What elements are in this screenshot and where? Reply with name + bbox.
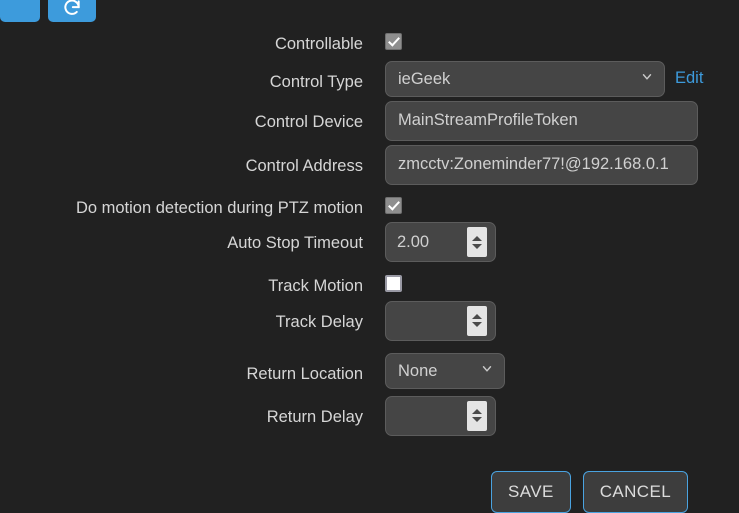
row-do-motion-detection: Do motion detection during PTZ motion — [0, 196, 739, 217]
spinner-arrows-icon[interactable] — [467, 227, 487, 257]
row-auto-stop-timeout: Auto Stop Timeout — [0, 222, 739, 262]
spinner-arrows-icon[interactable] — [467, 305, 487, 336]
control-type-select[interactable]: ieGeek — [385, 60, 665, 97]
row-track-delay: Track Delay — [0, 300, 739, 341]
row-return-delay: Return Delay — [0, 395, 739, 436]
label-auto-stop-timeout: Auto Stop Timeout — [227, 234, 363, 252]
label-do-motion-detection: Do motion detection during PTZ motion — [75, 198, 363, 217]
top-toolbar — [0, 0, 96, 22]
control-device-input[interactable] — [385, 100, 698, 141]
track-delay-input[interactable] — [386, 301, 458, 340]
form-actions: SAVE CANCEL — [0, 470, 739, 513]
row-track-motion: Track Motion — [0, 275, 739, 295]
save-button[interactable]: SAVE — [491, 470, 571, 513]
toolbar-button-refresh[interactable] — [48, 0, 96, 22]
spinner-arrows-icon[interactable] — [467, 400, 487, 431]
track-delay-stepper[interactable] — [385, 300, 496, 341]
auto-stop-timeout-stepper[interactable] — [385, 222, 496, 262]
track-motion-checkbox[interactable] — [385, 275, 402, 292]
row-control-address: Control Address — [0, 144, 739, 185]
row-controllable: Controllable — [0, 33, 739, 53]
return-location-select[interactable]: None — [385, 352, 505, 389]
refresh-icon — [62, 0, 82, 18]
label-controllable: Controllable — [274, 35, 363, 53]
row-control-type: Control Type ieGeek Edit — [0, 60, 739, 97]
return-delay-input[interactable] — [386, 396, 458, 435]
label-track-delay: Track Delay — [275, 312, 363, 331]
do-motion-detection-checkbox[interactable] — [385, 196, 402, 214]
control-type-select-wrapper: ieGeek — [385, 60, 665, 97]
label-return-delay: Return Delay — [266, 407, 363, 426]
label-return-location: Return Location — [246, 364, 364, 383]
controllable-checkbox[interactable] — [385, 33, 402, 50]
control-type-edit-link[interactable]: Edit — [675, 69, 703, 88]
row-return-location: Return Location None — [0, 352, 739, 389]
row-control-device: Control Device — [0, 100, 739, 141]
label-control-device: Control Device — [254, 112, 363, 131]
cancel-button[interactable]: CANCEL — [582, 470, 689, 513]
return-location-select-wrapper: None — [385, 352, 505, 389]
return-delay-stepper[interactable] — [385, 395, 496, 436]
label-control-address: Control Address — [245, 156, 363, 175]
ptz-control-form: Controllable Control Type ieGeek Edit Co… — [0, 22, 739, 513]
toolbar-button-1[interactable] — [0, 0, 40, 22]
control-address-input[interactable] — [385, 144, 698, 185]
auto-stop-timeout-input[interactable] — [386, 223, 458, 261]
label-control-type: Control Type — [269, 72, 363, 91]
label-track-motion: Track Motion — [268, 277, 363, 295]
